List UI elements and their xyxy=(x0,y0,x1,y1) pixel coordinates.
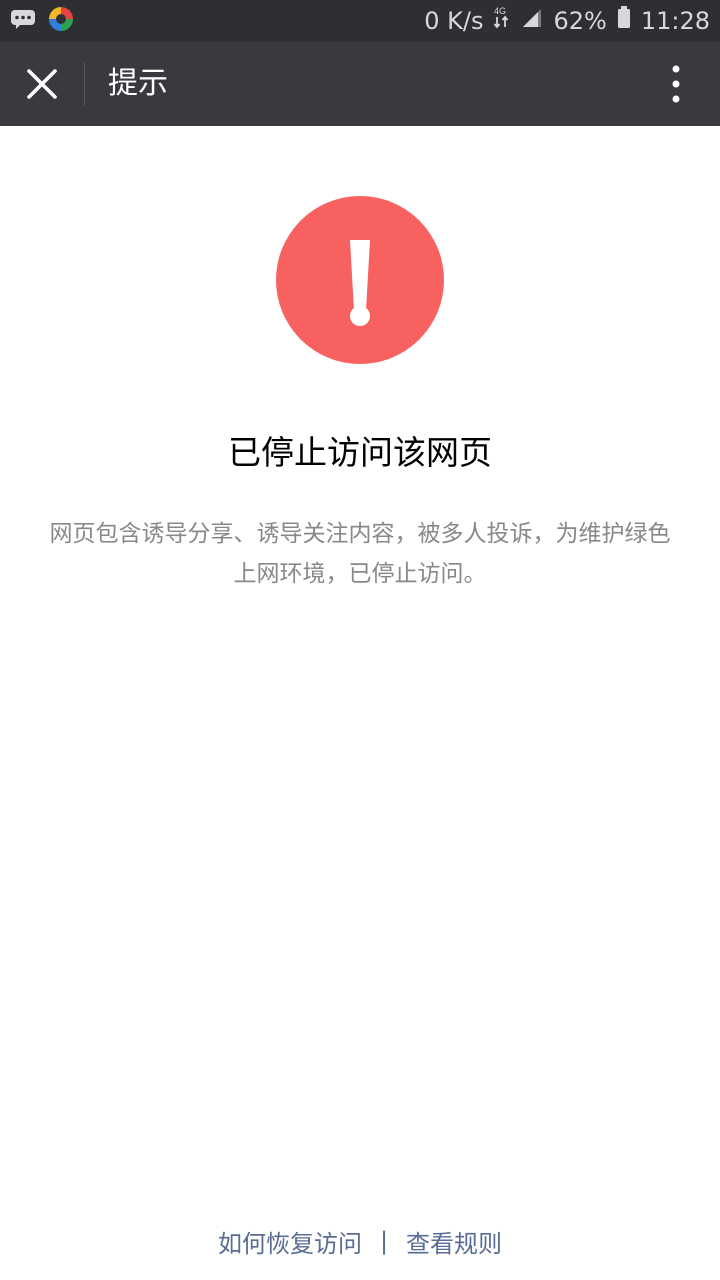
clock: 11:28 xyxy=(640,7,710,35)
status-left-icons xyxy=(10,7,74,35)
chat-bubble-icon xyxy=(10,8,36,34)
status-bar: 0 K/s 4G 62% 11:28 xyxy=(0,0,720,42)
more-vertical-icon xyxy=(672,65,680,103)
network-type-label: 4G xyxy=(494,6,506,16)
data-arrows-icon: 4G xyxy=(493,0,511,42)
app-logo-icon xyxy=(48,6,74,36)
page-title: 提示 xyxy=(108,66,168,101)
network-speed: 0 K/s xyxy=(424,7,484,35)
more-options-button[interactable] xyxy=(654,60,698,108)
error-description: 网页包含诱导分享、诱导关注内容，被多人投诉，为维护绿色上网环境，已停止访问。 xyxy=(49,521,671,587)
battery-percent: 62% xyxy=(553,7,607,35)
close-icon xyxy=(27,69,57,99)
close-button[interactable] xyxy=(18,60,66,108)
restore-access-link[interactable]: 如何恢复访问 xyxy=(218,1224,362,1259)
nav-divider xyxy=(84,62,85,106)
top-nav-bar: 提示 xyxy=(0,42,720,126)
status-right-group: 0 K/s 4G 62% 11:28 xyxy=(424,0,710,42)
link-separator: | xyxy=(379,1227,389,1255)
footer-links: 如何恢复访问 | 查看规则 xyxy=(0,1216,720,1266)
signal-icon xyxy=(521,0,543,42)
battery-icon xyxy=(617,0,631,42)
warning-exclamation-icon xyxy=(276,196,444,364)
view-rules-link[interactable]: 查看规则 xyxy=(406,1224,502,1259)
error-heading: 已停止访问该网页 xyxy=(228,433,492,472)
